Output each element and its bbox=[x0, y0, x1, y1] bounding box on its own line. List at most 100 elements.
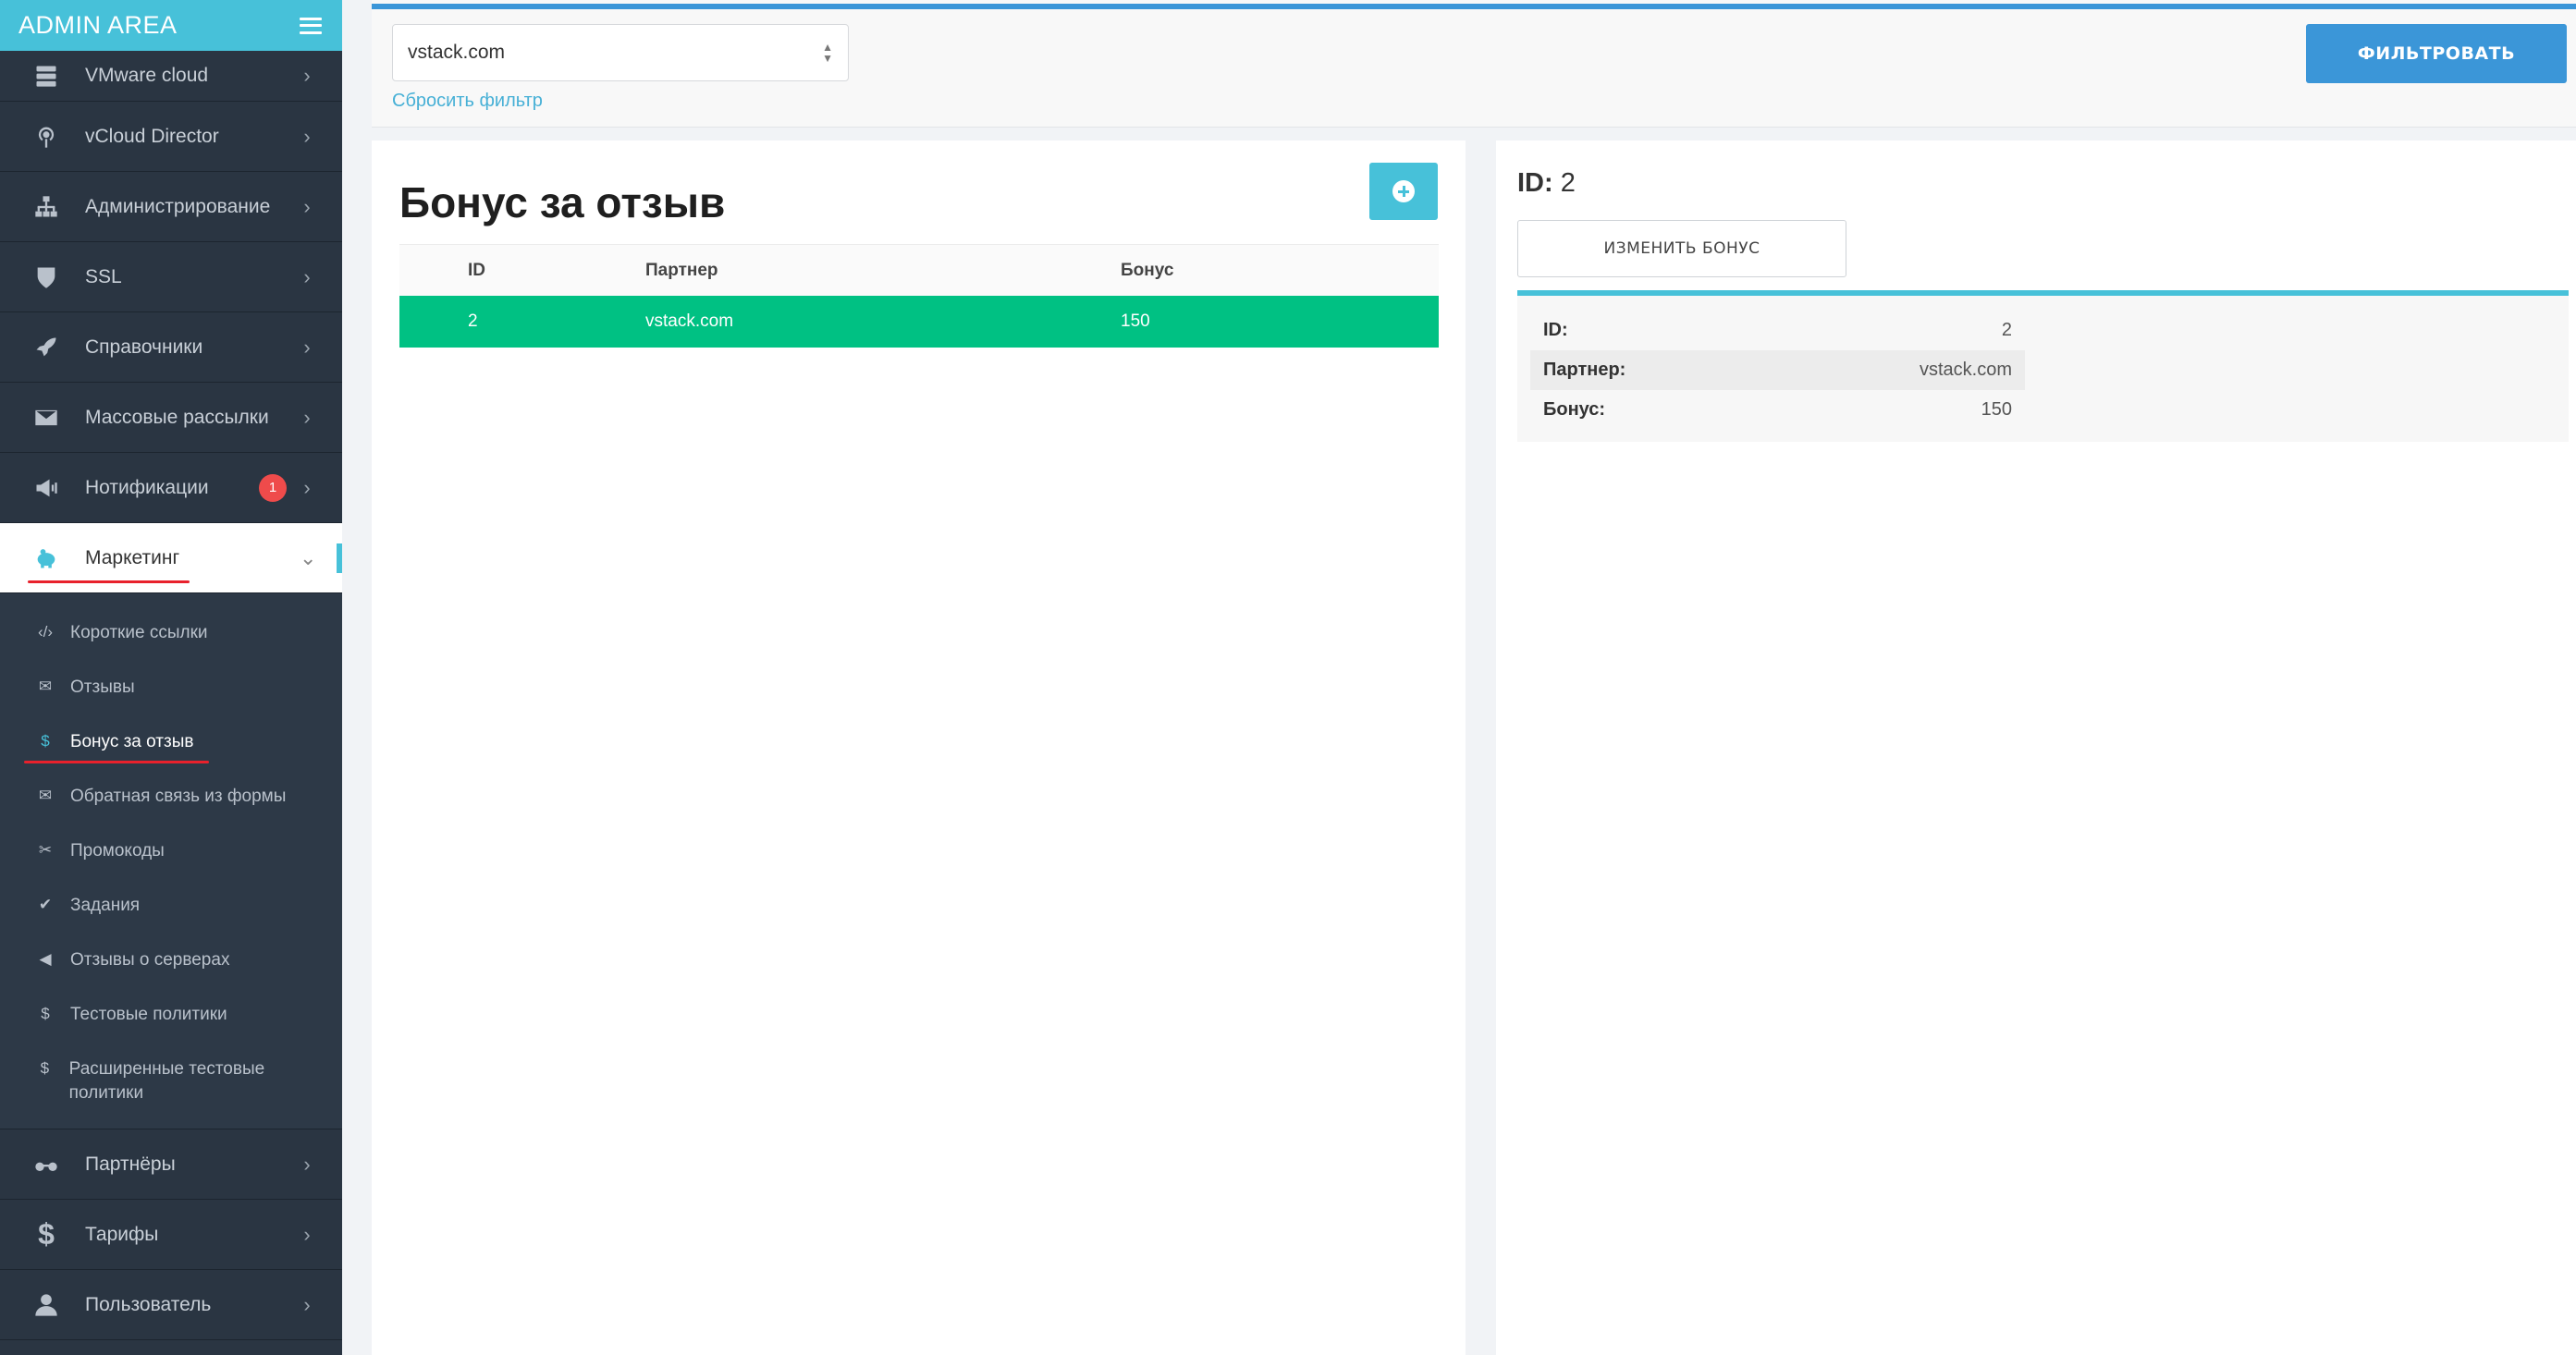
brand-bar: ADMIN AREA bbox=[0, 0, 342, 51]
detail-fields: ID: 2 Партнер: vstack.com Бонус: 150 bbox=[1517, 290, 2569, 442]
partner-select[interactable]: vstack.com ▲ ▼ bbox=[392, 24, 849, 81]
dollar-icon: $ bbox=[38, 1217, 55, 1251]
submenu-item-review-bonus[interactable]: $ Бонус за отзыв bbox=[0, 719, 342, 774]
table-header: ID Партнер Бонус bbox=[399, 244, 1439, 296]
glasses-icon bbox=[31, 1150, 61, 1179]
podcast-icon bbox=[31, 122, 61, 152]
menu-toggle-icon[interactable] bbox=[300, 17, 322, 34]
dollar-icon: $ bbox=[40, 1059, 50, 1077]
column-header-partner[interactable]: Партнер bbox=[645, 261, 1121, 281]
sidebar-item-label: VMware cloud bbox=[85, 65, 209, 86]
sidebar-item-label: vCloud Director bbox=[85, 125, 219, 147]
bonus-list-panel: Бонус за отзыв ID Партнер Бонус 2 vstack… bbox=[372, 140, 1466, 1355]
server-stack-icon bbox=[31, 61, 61, 91]
submenu-item-reviews[interactable]: ✉ Отзывы bbox=[0, 665, 342, 719]
sidebar-item-marketing[interactable]: Маркетинг ⌄ bbox=[0, 523, 342, 593]
megaphone-icon bbox=[31, 473, 61, 503]
sidebar-item-ssl[interactable]: SSL › bbox=[0, 242, 342, 312]
sidebar-item-label: Справочники bbox=[85, 336, 203, 358]
add-bonus-button[interactable] bbox=[1369, 163, 1438, 220]
cell-partner: vstack.com bbox=[645, 311, 734, 331]
chevron-right-icon: › bbox=[303, 405, 311, 429]
sidebar: ADMIN AREA VMware cloud › vCloud Directo… bbox=[0, 0, 342, 1355]
sidebar-item-label: Тарифы bbox=[85, 1223, 159, 1245]
envelope-icon bbox=[31, 403, 61, 433]
active-indicator bbox=[337, 543, 342, 573]
submenu-item-feedback-form[interactable]: ✉ Обратная связь из формы bbox=[0, 774, 342, 828]
sidebar-item-label: Маркетинг bbox=[85, 546, 180, 568]
chevron-down-icon: ⌄ bbox=[300, 545, 317, 569]
table-row[interactable]: 2 vstack.com 150 bbox=[399, 296, 1439, 348]
submenu-item-promocodes[interactable]: ✂ Промокоды bbox=[0, 828, 342, 883]
sidebar-item-vmware[interactable]: VMware cloud › bbox=[0, 51, 342, 102]
partner-select-value: vstack.com bbox=[408, 42, 506, 63]
chevron-right-icon: › bbox=[303, 64, 311, 87]
envelope-icon: ✉ bbox=[38, 787, 53, 804]
sidebar-item-label: Массовые рассылки bbox=[85, 406, 269, 428]
detail-key: ID: bbox=[1543, 320, 1568, 340]
detail-title: ID: 2 bbox=[1517, 168, 1576, 199]
page-title: Бонус за отзыв bbox=[399, 178, 726, 226]
filter-button[interactable]: ФИЛЬТРОВАТЬ bbox=[2306, 24, 2567, 83]
sidebar-item-label: Партнёры bbox=[85, 1153, 176, 1175]
chevron-right-icon: › bbox=[303, 1292, 311, 1316]
submenu-item-server-reviews[interactable]: ◀ Отзывы о серверах bbox=[0, 937, 342, 992]
cell-bonus: 150 bbox=[1121, 311, 1150, 331]
annotation-underline bbox=[24, 761, 209, 763]
rocket-icon bbox=[31, 333, 61, 362]
sidebar-item-references[interactable]: Справочники › bbox=[0, 312, 342, 383]
cell-id: 2 bbox=[468, 311, 478, 331]
dollar-icon: $ bbox=[41, 732, 50, 750]
edit-bonus-button[interactable]: ИЗМЕНИТЬ БОНУС bbox=[1517, 220, 1846, 277]
sidebar-item-notifications[interactable]: Нотификации 1 › bbox=[0, 453, 342, 523]
chevron-right-icon: › bbox=[303, 1222, 311, 1246]
detail-key: Партнер: bbox=[1543, 360, 1626, 380]
sidebar-item-mass-mailing[interactable]: Массовые рассылки › bbox=[0, 383, 342, 453]
detail-row-bonus: Бонус: 150 bbox=[1530, 390, 2025, 430]
chevron-right-icon: › bbox=[303, 264, 311, 288]
sidebar-item-label: Нотификации bbox=[85, 476, 209, 498]
check-icon: ✔ bbox=[38, 896, 53, 913]
filter-bar-accent bbox=[372, 4, 2576, 9]
chevron-right-icon: › bbox=[303, 475, 311, 499]
sidebar-item-vcloud[interactable]: vCloud Director › bbox=[0, 102, 342, 172]
sidebar-item-user[interactable]: Пользователь › bbox=[0, 1270, 342, 1340]
reset-filter-link[interactable]: Сбросить фильтр bbox=[392, 91, 543, 112]
scissors-icon: ✂ bbox=[38, 841, 53, 859]
detail-title-value: 2 bbox=[1560, 168, 1576, 198]
sidebar-item-partners[interactable]: Партнёры › bbox=[0, 1129, 342, 1200]
sidebar-item-label: SSL bbox=[85, 265, 122, 287]
submenu-item-extended-test-policies[interactable]: $ Расширенные тестовые политики bbox=[0, 1046, 342, 1117]
user-icon bbox=[31, 1290, 61, 1320]
shield-icon bbox=[31, 262, 61, 292]
column-header-bonus[interactable]: Бонус bbox=[1121, 261, 1439, 281]
chevron-right-icon: › bbox=[303, 1152, 311, 1176]
chevron-right-icon: › bbox=[303, 124, 311, 148]
sitemap-icon bbox=[31, 192, 61, 222]
submenu-item-label: Тестовые политики bbox=[70, 1005, 227, 1024]
plus-circle-icon bbox=[1392, 180, 1415, 202]
submenu-item-tasks[interactable]: ✔ Задания bbox=[0, 883, 342, 937]
sidebar-item-administration[interactable]: Администрирование › bbox=[0, 172, 342, 242]
detail-value: vstack.com bbox=[1919, 360, 2012, 380]
sidebar-item-tariffs[interactable]: $ Тарифы › bbox=[0, 1200, 342, 1270]
submenu-item-test-policies[interactable]: $ Тестовые политики bbox=[0, 992, 342, 1046]
detail-title-key: ID: bbox=[1517, 168, 1553, 198]
bonus-table: ID Партнер Бонус 2 vstack.com 150 bbox=[399, 244, 1439, 348]
submenu-item-short-links[interactable]: ‹/› Короткие ссылки bbox=[0, 610, 342, 665]
annotation-underline bbox=[28, 580, 190, 583]
chevron-right-icon: › bbox=[303, 335, 311, 359]
chevron-right-icon: › bbox=[303, 194, 311, 218]
submenu-item-label: Задания bbox=[70, 896, 141, 915]
bonus-detail-panel: ID: 2 ИЗМЕНИТЬ БОНУС ID: 2 Партнер: vsta… bbox=[1496, 140, 2576, 1355]
sidebar-item-label: Администрирование bbox=[85, 195, 271, 217]
bullhorn-icon: ◀ bbox=[39, 950, 52, 968]
brand-title: ADMIN AREA bbox=[18, 11, 178, 39]
detail-value: 2 bbox=[2001, 320, 2012, 340]
notification-count-badge: 1 bbox=[259, 473, 287, 502]
code-icon: ‹/› bbox=[37, 623, 54, 641]
column-header-id[interactable]: ID bbox=[399, 261, 645, 281]
submenu-item-label: Отзывы о серверах bbox=[70, 950, 230, 970]
sidebar-item-label: Пользователь bbox=[85, 1293, 212, 1315]
filter-bar: vstack.com ▲ ▼ Сбросить фильтр ФИЛЬТРОВАТ… bbox=[372, 0, 2576, 128]
